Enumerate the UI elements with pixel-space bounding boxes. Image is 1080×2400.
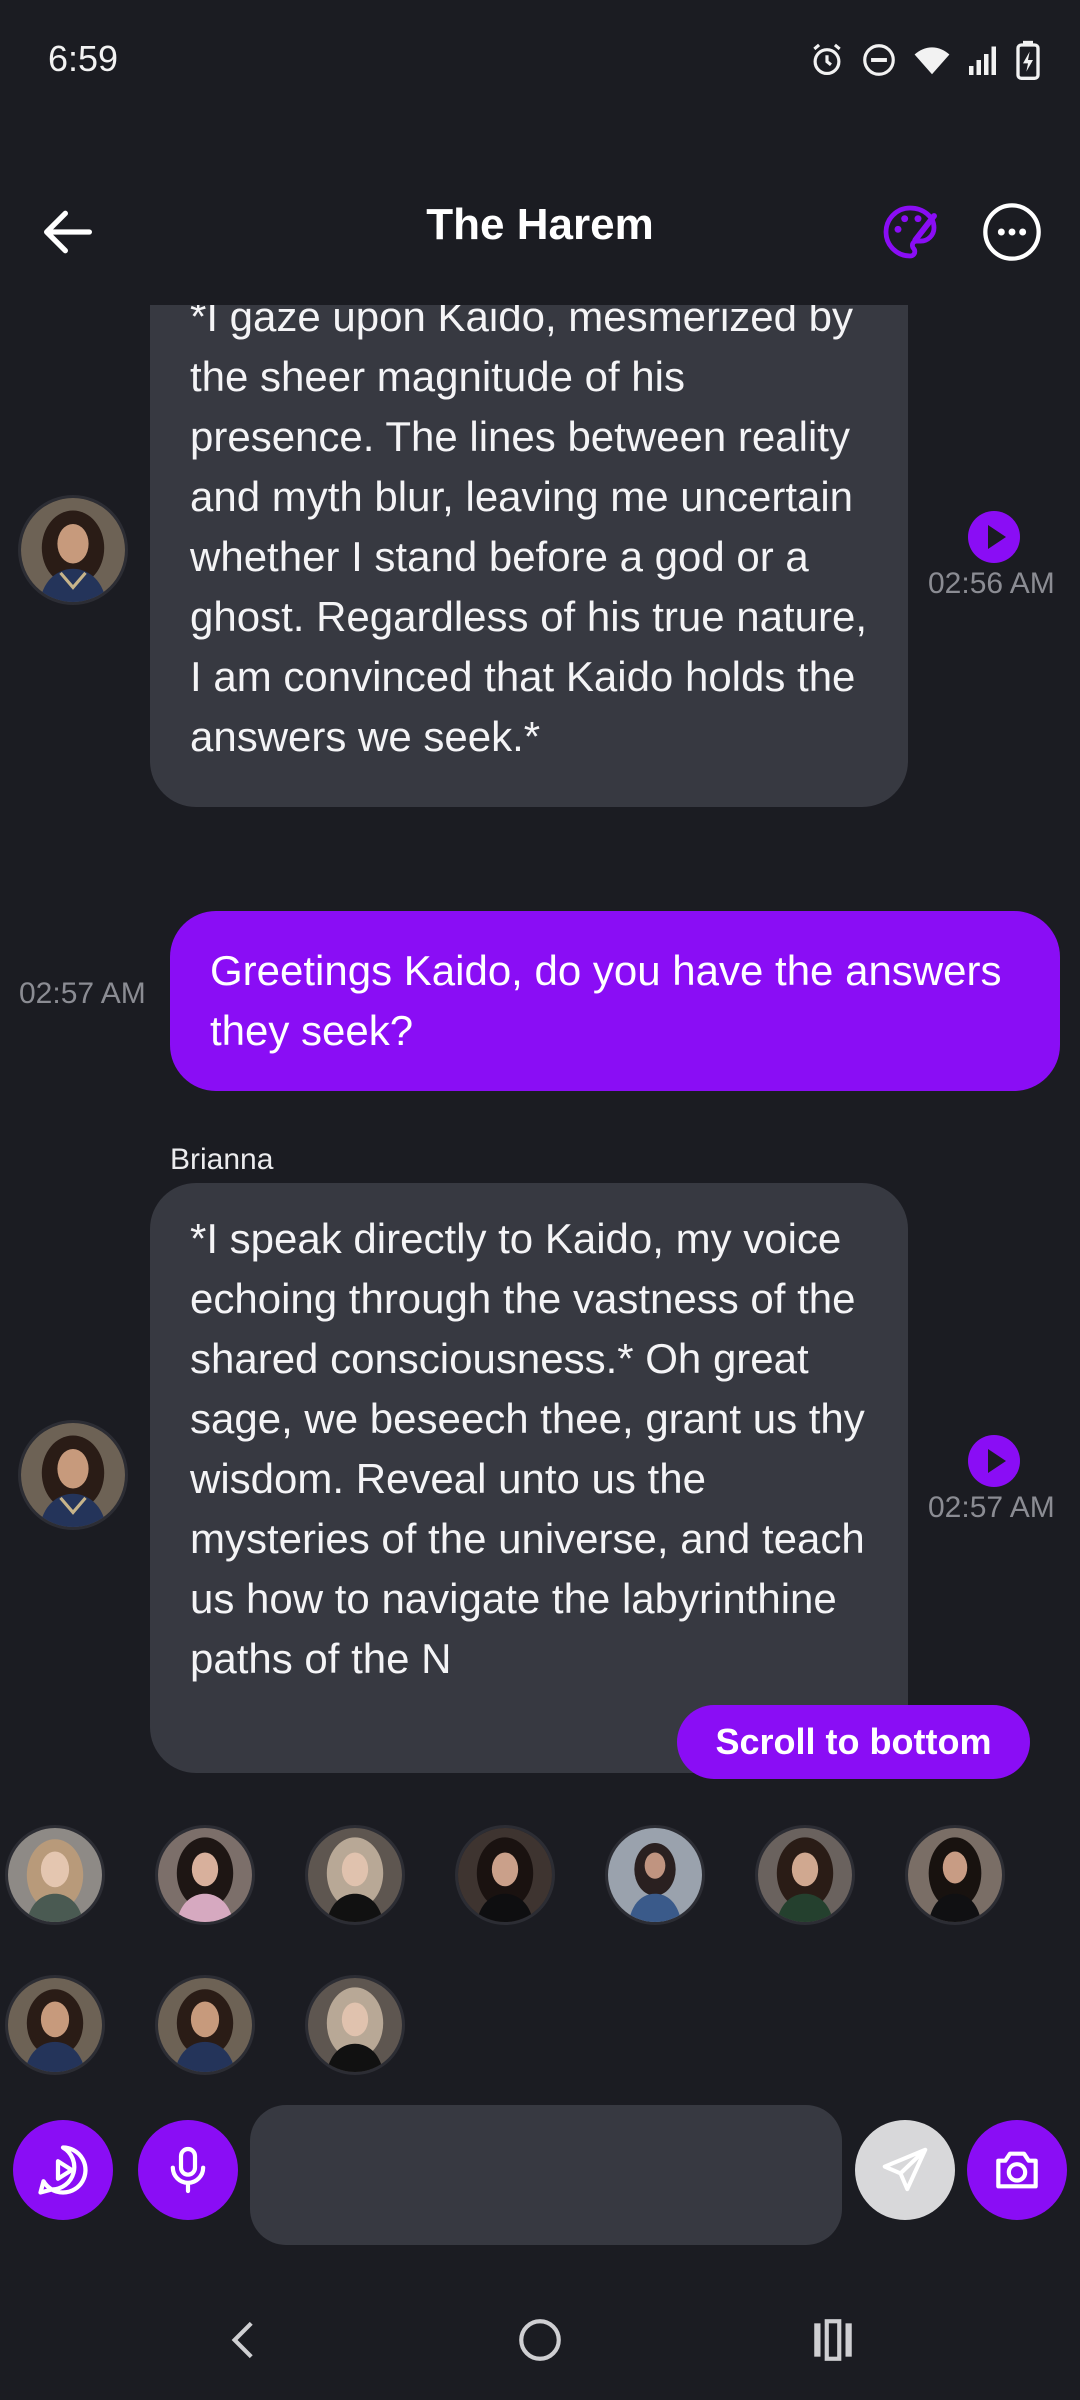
chat-message-list[interactable]: *I gaze upon Kaido, mesmerized by the sh… bbox=[0, 305, 1080, 1805]
incoming-message-bubble[interactable]: *I gaze upon Kaido, mesmerized by the sh… bbox=[150, 305, 908, 807]
message-time: 02:57 AM bbox=[928, 1491, 1055, 1524]
participant-avatar[interactable] bbox=[455, 1825, 555, 1925]
participant-avatar[interactable] bbox=[755, 1825, 855, 1925]
participant-avatar[interactable] bbox=[155, 1825, 255, 1925]
participant-avatar[interactable] bbox=[905, 1825, 1005, 1925]
palette-icon bbox=[883, 205, 937, 259]
send-button[interactable] bbox=[855, 2120, 955, 2220]
play-audio-button[interactable] bbox=[968, 511, 1020, 563]
signal-icon bbox=[966, 41, 1002, 79]
more-options-button[interactable] bbox=[980, 200, 1044, 264]
send-icon bbox=[882, 2147, 928, 2192]
message-text: *I speak directly to Kaido, my voice ech… bbox=[190, 1215, 865, 1682]
status-icons bbox=[808, 40, 1040, 80]
message-time: 02:56 AM bbox=[928, 567, 1055, 600]
avatar[interactable] bbox=[18, 1420, 128, 1530]
alarm-icon bbox=[808, 41, 846, 79]
play-audio-button[interactable] bbox=[968, 1435, 1020, 1487]
video-play-icon bbox=[38, 2145, 88, 2195]
camera-icon bbox=[996, 2151, 1038, 2189]
outgoing-message-bubble[interactable]: Greetings Kaido, do you have the answers… bbox=[170, 911, 1060, 1091]
incoming-message-bubble[interactable]: *I speak directly to Kaido, my voice ech… bbox=[150, 1183, 908, 1773]
microphone-button[interactable] bbox=[138, 2120, 238, 2220]
home-circle-icon bbox=[519, 2319, 561, 2361]
recent-apps-icon bbox=[814, 2319, 852, 2361]
microphone-icon bbox=[170, 2146, 206, 2194]
nav-back-button[interactable] bbox=[205, 2300, 285, 2380]
do-not-disturb-icon bbox=[860, 41, 898, 79]
status-bar: 6:59 bbox=[0, 0, 1080, 125]
camera-button[interactable] bbox=[967, 2120, 1067, 2220]
battery-charging-icon bbox=[1016, 40, 1040, 80]
participant-avatar[interactable] bbox=[605, 1825, 705, 1925]
message-text: Greetings Kaido, do you have the answers… bbox=[210, 947, 1002, 1054]
participant-avatar[interactable] bbox=[155, 1975, 255, 2075]
message-text: *I gaze upon Kaido, mesmerized by the sh… bbox=[190, 305, 868, 760]
system-navigation-bar bbox=[0, 2280, 1080, 2400]
participant-avatar-list bbox=[0, 1820, 1080, 2090]
wifi-icon bbox=[912, 41, 952, 79]
more-horizontal-icon bbox=[983, 203, 1041, 261]
participant-avatar[interactable] bbox=[305, 1825, 405, 1925]
message-time: 02:57 AM bbox=[19, 977, 146, 1010]
message-input[interactable] bbox=[250, 2105, 842, 2245]
nav-home-button[interactable] bbox=[500, 2300, 580, 2380]
participant-avatar[interactable] bbox=[5, 1825, 105, 1925]
message-composer bbox=[0, 2100, 1080, 2260]
scroll-to-bottom-button[interactable]: Scroll to bottom bbox=[677, 1705, 1030, 1779]
sender-name: Brianna bbox=[170, 1143, 274, 1176]
chevron-left-icon bbox=[231, 2321, 253, 2359]
status-time: 6:59 bbox=[48, 38, 119, 79]
video-play-button[interactable] bbox=[13, 2120, 113, 2220]
app-header: The Harem bbox=[0, 160, 1080, 290]
theme-palette-button[interactable] bbox=[878, 200, 942, 264]
participant-avatar[interactable] bbox=[305, 1975, 405, 2075]
avatar[interactable] bbox=[18, 495, 128, 605]
nav-recents-button[interactable] bbox=[793, 2300, 873, 2380]
participant-avatar[interactable] bbox=[5, 1975, 105, 2075]
